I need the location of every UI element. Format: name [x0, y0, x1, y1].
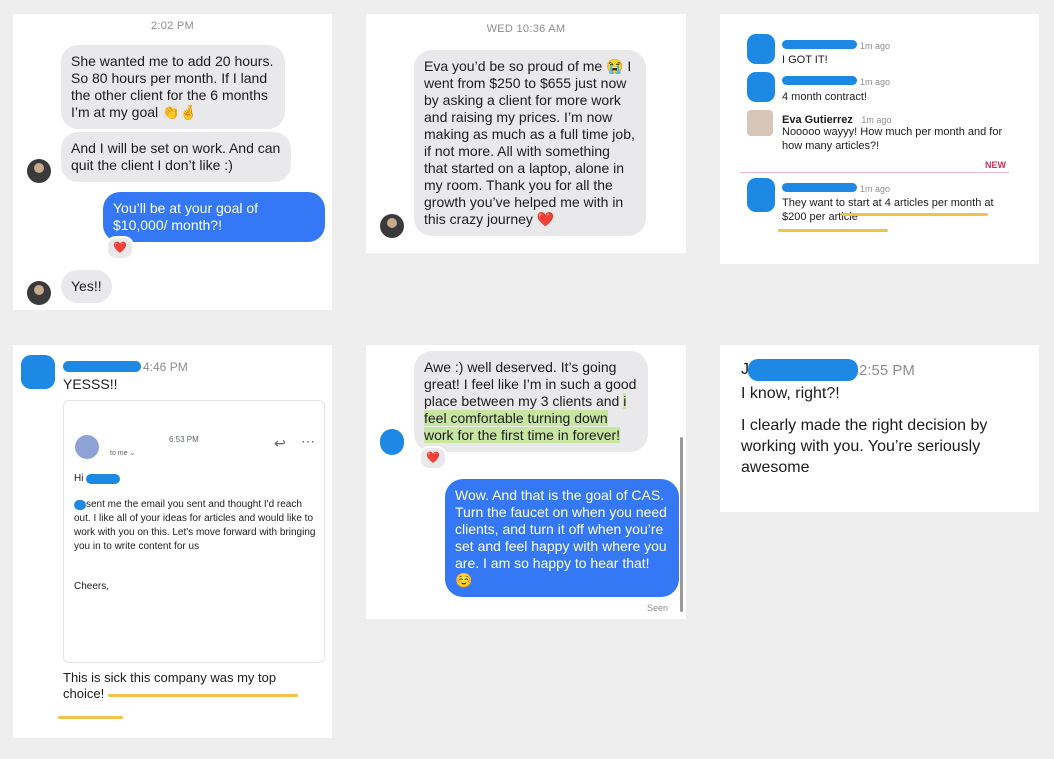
redacted-avatar	[747, 72, 775, 102]
message-bubble-sent: Wow. And that is the goal of CAS. Turn t…	[445, 479, 679, 597]
message-text: I GOT IT!	[782, 54, 828, 66]
timestamp: 2:02 PM	[150, 20, 195, 32]
heart-reaction-icon: ❤️	[419, 446, 447, 470]
more-options-icon[interactable]: ⋯	[301, 433, 315, 450]
email-screenshot: 4:46 PM YESSS!! 6:53 PM to me ⌄ ↩ ⋯ Hi s…	[13, 345, 332, 738]
avatar	[27, 159, 51, 183]
email-body: sent me the email you sent and thought I…	[74, 499, 316, 552]
chat-screenshot-1: 2:02 PM She wanted me to add 20 hours. S…	[13, 14, 332, 310]
highlight-underline	[58, 716, 123, 719]
highlight-underline	[840, 213, 988, 216]
read-receipt: Seen	[646, 603, 668, 613]
message-text: I know, right?!	[741, 385, 840, 402]
message-time: 1m ago	[861, 115, 892, 125]
redacted-name	[782, 40, 857, 49]
redacted-avatar	[380, 429, 404, 455]
message-bubble-received: And I will be set on work. And can quit …	[61, 132, 291, 182]
new-divider	[740, 172, 1009, 173]
redacted-avatar	[747, 34, 775, 64]
scrollbar[interactable]	[680, 437, 683, 612]
avatar	[27, 281, 51, 305]
message-text: They want to start at 4 articles per mon…	[782, 197, 994, 223]
avatar	[380, 214, 404, 238]
email-time: 6:53 PM	[169, 435, 199, 444]
redacted-avatar	[21, 355, 55, 389]
redacted-name	[63, 361, 141, 372]
chat-screenshot-2: WED 10:36 AM Eva you’d be so proud of me…	[366, 14, 686, 253]
message-time: 1m ago	[860, 41, 891, 51]
redacted-name	[782, 76, 857, 85]
chat-screenshot-6: J 2:55 PM I know, right?! I clearly made…	[720, 345, 1039, 512]
message-text: Awe :) well deserved. It’s going great! …	[424, 359, 637, 409]
message-bubble-received: Eva you’d be so proud of me 😭 I went fro…	[414, 50, 646, 236]
message-bubble-received: Awe :) well deserved. It’s going great! …	[414, 351, 648, 452]
chat-screenshot-5: Awe :) well deserved. It’s going great! …	[366, 345, 686, 619]
redacted-name	[748, 359, 858, 381]
message-text: I clearly made the right decision by wor…	[741, 417, 988, 476]
message-time: 1m ago	[860, 184, 891, 194]
email-recipient: to me ⌄	[110, 450, 136, 457]
avatar	[747, 110, 773, 136]
slack-screenshot: 1m ago I GOT IT! 1m ago 4 month contract…	[720, 14, 1039, 264]
reply-icon[interactable]: ↩	[274, 435, 286, 452]
email-greeting: Hi	[74, 473, 84, 484]
highlight-underline	[778, 229, 888, 232]
message-time: 1m ago	[860, 77, 891, 87]
highlight-underline	[108, 694, 298, 697]
message-bubble-received: She wanted me to add 20 hours. So 80 hou…	[61, 45, 285, 129]
redacted-avatar	[747, 178, 775, 212]
message-text: 4 month contract!	[782, 91, 867, 103]
caption: This is sick this company was my top cho…	[63, 670, 277, 701]
redacted-name	[86, 474, 120, 484]
message-bubble-sent: You’ll be at your goal of $10,000/ month…	[103, 192, 325, 242]
redacted-name	[782, 183, 857, 192]
sender-avatar	[75, 435, 99, 459]
message-text: Nooooo wayyy! How much per month and for…	[782, 126, 1003, 152]
message-text: YESSS!!	[63, 376, 118, 392]
email-card: 6:53 PM to me ⌄ ↩ ⋯ Hi sent me the email…	[63, 400, 325, 663]
message-time: 2:55 PM	[859, 362, 915, 379]
heart-reaction-icon: ❤️	[106, 236, 134, 260]
new-label: NEW	[981, 160, 1006, 170]
email-signoff: Cheers,	[74, 581, 110, 592]
message-bubble-received: Yes!!	[61, 270, 112, 303]
timestamp: WED 10:36 AM	[486, 23, 566, 35]
message-time: 4:46 PM	[143, 360, 188, 374]
